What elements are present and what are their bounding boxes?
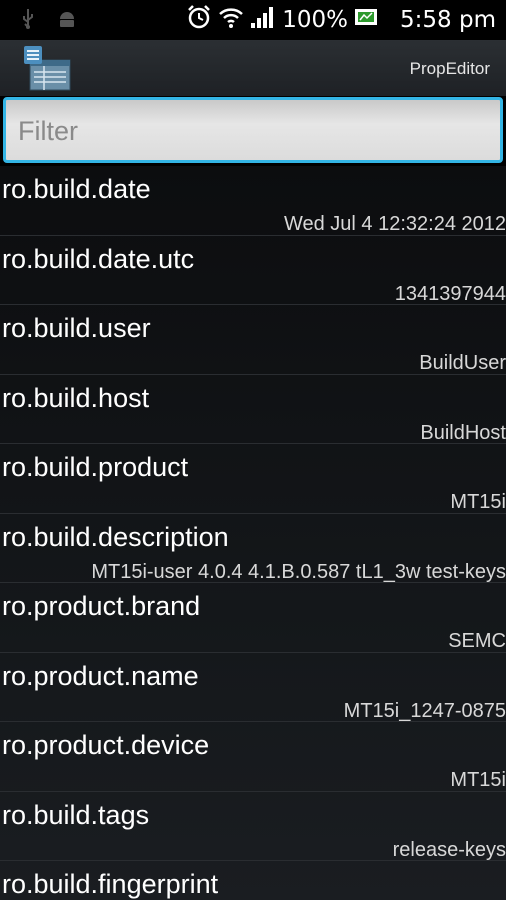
property-key: ro.product.name [2, 660, 199, 691]
property-row[interactable]: ro.build.description MT15i-user 4.0.4 4.1… [0, 514, 506, 583]
property-row[interactable]: ro.build.user BuildUser [0, 305, 506, 375]
android-debug-icon [56, 8, 78, 34]
property-value: MT15i-user 4.0.4 4.1.B.0.587 tL1_3w test… [91, 560, 506, 583]
app-title: PropEditor [409, 59, 490, 78]
status-bar: 100% 5:58 pm [0, 0, 506, 40]
property-value: MT15i [450, 491, 506, 513]
property-value: BuildHost [420, 421, 506, 444]
property-row[interactable]: ro.build.host BuildHost [0, 375, 506, 444]
property-key: ro.build.host [2, 382, 150, 413]
alarm-icon [186, 4, 212, 36]
filter-box[interactable] [3, 97, 503, 163]
property-key: ro.product.device [2, 730, 210, 760]
usb-icon [20, 8, 36, 34]
battery-text: 100% [282, 7, 349, 33]
signal-icon [250, 5, 276, 35]
property-key: ro.build.tags [2, 799, 150, 830]
property-key: ro.build.date.utc [2, 243, 195, 274]
filter-input[interactable] [16, 108, 490, 154]
property-row[interactable]: ro.product.name MT15i_1247-0875 [0, 653, 506, 722]
property-value: release-keys [392, 838, 506, 861]
property-value: BuildUser [419, 352, 506, 374]
property-value: Wed Jul 4 12:32:24 2012 [283, 213, 506, 235]
property-key: ro.build.user [2, 313, 151, 343]
notification-icons [20, 8, 78, 34]
property-row[interactable]: ro.build.tags release-keys [0, 792, 506, 861]
property-value: 1341397944 [394, 282, 506, 305]
property-key: ro.build.product [2, 452, 189, 482]
property-row[interactable]: ro.product.brand SEMC [0, 583, 506, 653]
property-row[interactable]: ro.build.product MT15i [0, 444, 506, 514]
wifi-icon [218, 5, 244, 35]
action-bar: PropEditor [0, 40, 506, 96]
property-key: ro.build.description [2, 521, 229, 552]
property-row[interactable]: ro.build.fingerprint [0, 861, 506, 900]
property-value: MT15i_1247-0875 [343, 699, 506, 722]
property-value: SEMC [448, 630, 506, 652]
property-row[interactable]: ro.build.date Wed Jul 4 12:32:24 2012 [0, 166, 506, 236]
property-key: ro.product.brand [2, 591, 201, 621]
property-value: MT15i [450, 769, 506, 791]
battery-icon [354, 6, 380, 34]
clock: 5:58 pm [400, 7, 496, 33]
property-list[interactable]: ro.build.date Wed Jul 4 12:32:24 2012 ro.b… [0, 166, 506, 900]
app-logo-icon[interactable] [22, 44, 72, 92]
property-row[interactable]: ro.product.device MT15i [0, 722, 506, 792]
property-key: ro.build.fingerprint [2, 869, 219, 899]
property-row[interactable]: ro.build.date.utc 1341397944 [0, 236, 506, 305]
property-key: ro.build.date [2, 174, 151, 204]
